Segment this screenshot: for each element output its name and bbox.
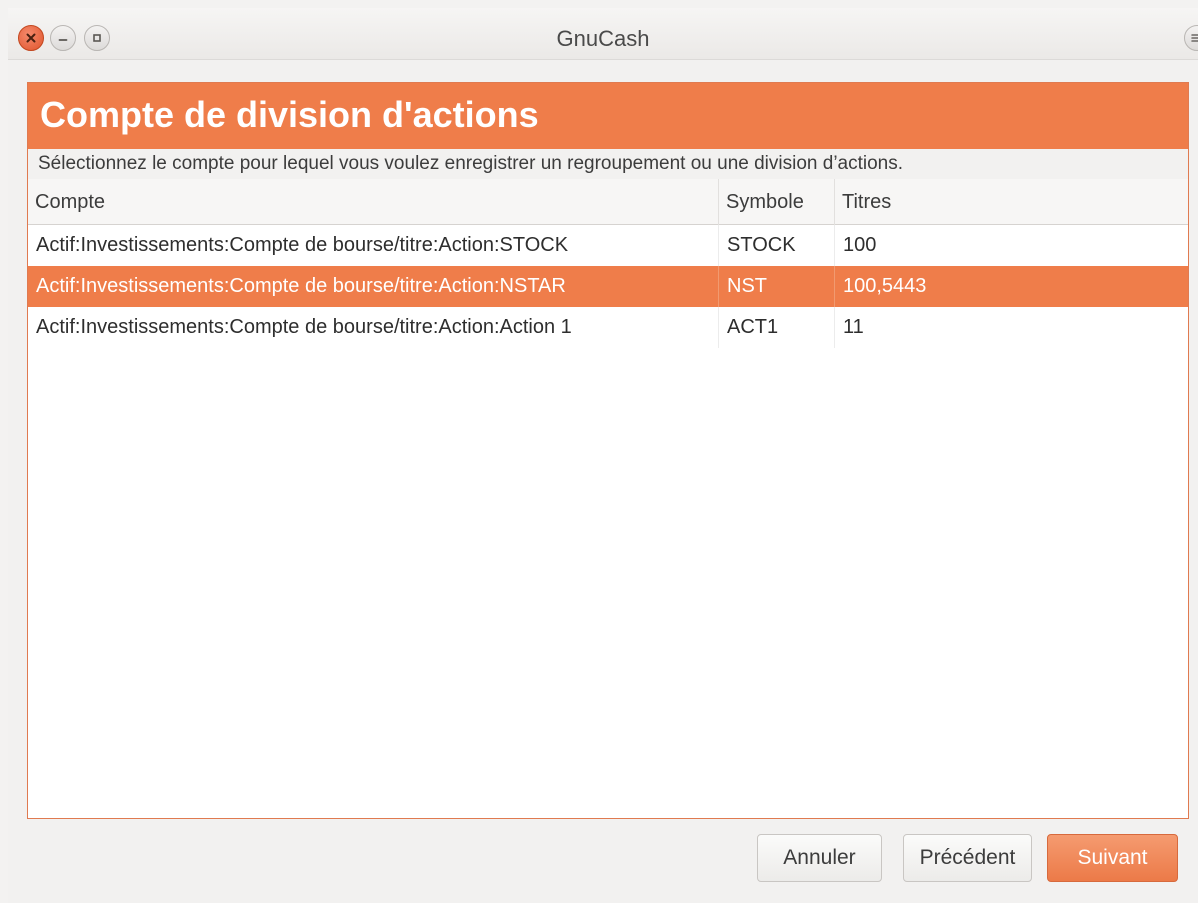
page-title: Compte de division d'actions bbox=[40, 94, 539, 135]
page-header: Compte de division d'actions bbox=[28, 83, 1188, 149]
column-header-compte[interactable]: Compte bbox=[28, 179, 718, 225]
page-description: Sélectionnez le compte pour lequel vous … bbox=[28, 149, 1188, 179]
window-title: GnuCash bbox=[556, 26, 650, 51]
next-button[interactable]: Suivant bbox=[1047, 834, 1178, 882]
cell-shares: 11 bbox=[834, 307, 1188, 348]
table-header: Compte Symbole Titres bbox=[28, 179, 1188, 225]
previous-button[interactable]: Précédent bbox=[903, 834, 1032, 882]
cell-symbol: STOCK bbox=[718, 225, 834, 266]
cell-account: Actif:Investissements:Compte de bourse/t… bbox=[36, 275, 566, 297]
accounts-table: Compte Symbole Titres Actif:Investisseme… bbox=[28, 179, 1188, 348]
cell-symbol: NST bbox=[718, 266, 834, 307]
table-row-selected[interactable]: Actif:Investissements:Compte de bourse/t… bbox=[28, 266, 1188, 307]
cell-symbol: ACT1 bbox=[718, 307, 834, 348]
cancel-button[interactable]: Annuler bbox=[757, 834, 882, 882]
assistant-page: Compte de division d'actions Sélectionne… bbox=[27, 82, 1189, 819]
table-row[interactable]: Actif:Investissements:Compte de bourse/t… bbox=[28, 225, 1188, 266]
cell-shares: 100,5443 bbox=[834, 266, 1188, 307]
cell-account: Actif:Investissements:Compte de bourse/t… bbox=[36, 234, 569, 256]
menu-icon bbox=[1191, 34, 1198, 42]
column-header-symbole[interactable]: Symbole bbox=[718, 179, 834, 225]
title-bar: GnuCash bbox=[8, 8, 1198, 60]
cell-shares: 100 bbox=[834, 225, 1188, 266]
column-header-titres[interactable]: Titres bbox=[834, 179, 1188, 225]
cell-account: Actif:Investissements:Compte de bourse/t… bbox=[36, 316, 572, 338]
table-row[interactable]: Actif:Investissements:Compte de bourse/t… bbox=[28, 307, 1188, 348]
